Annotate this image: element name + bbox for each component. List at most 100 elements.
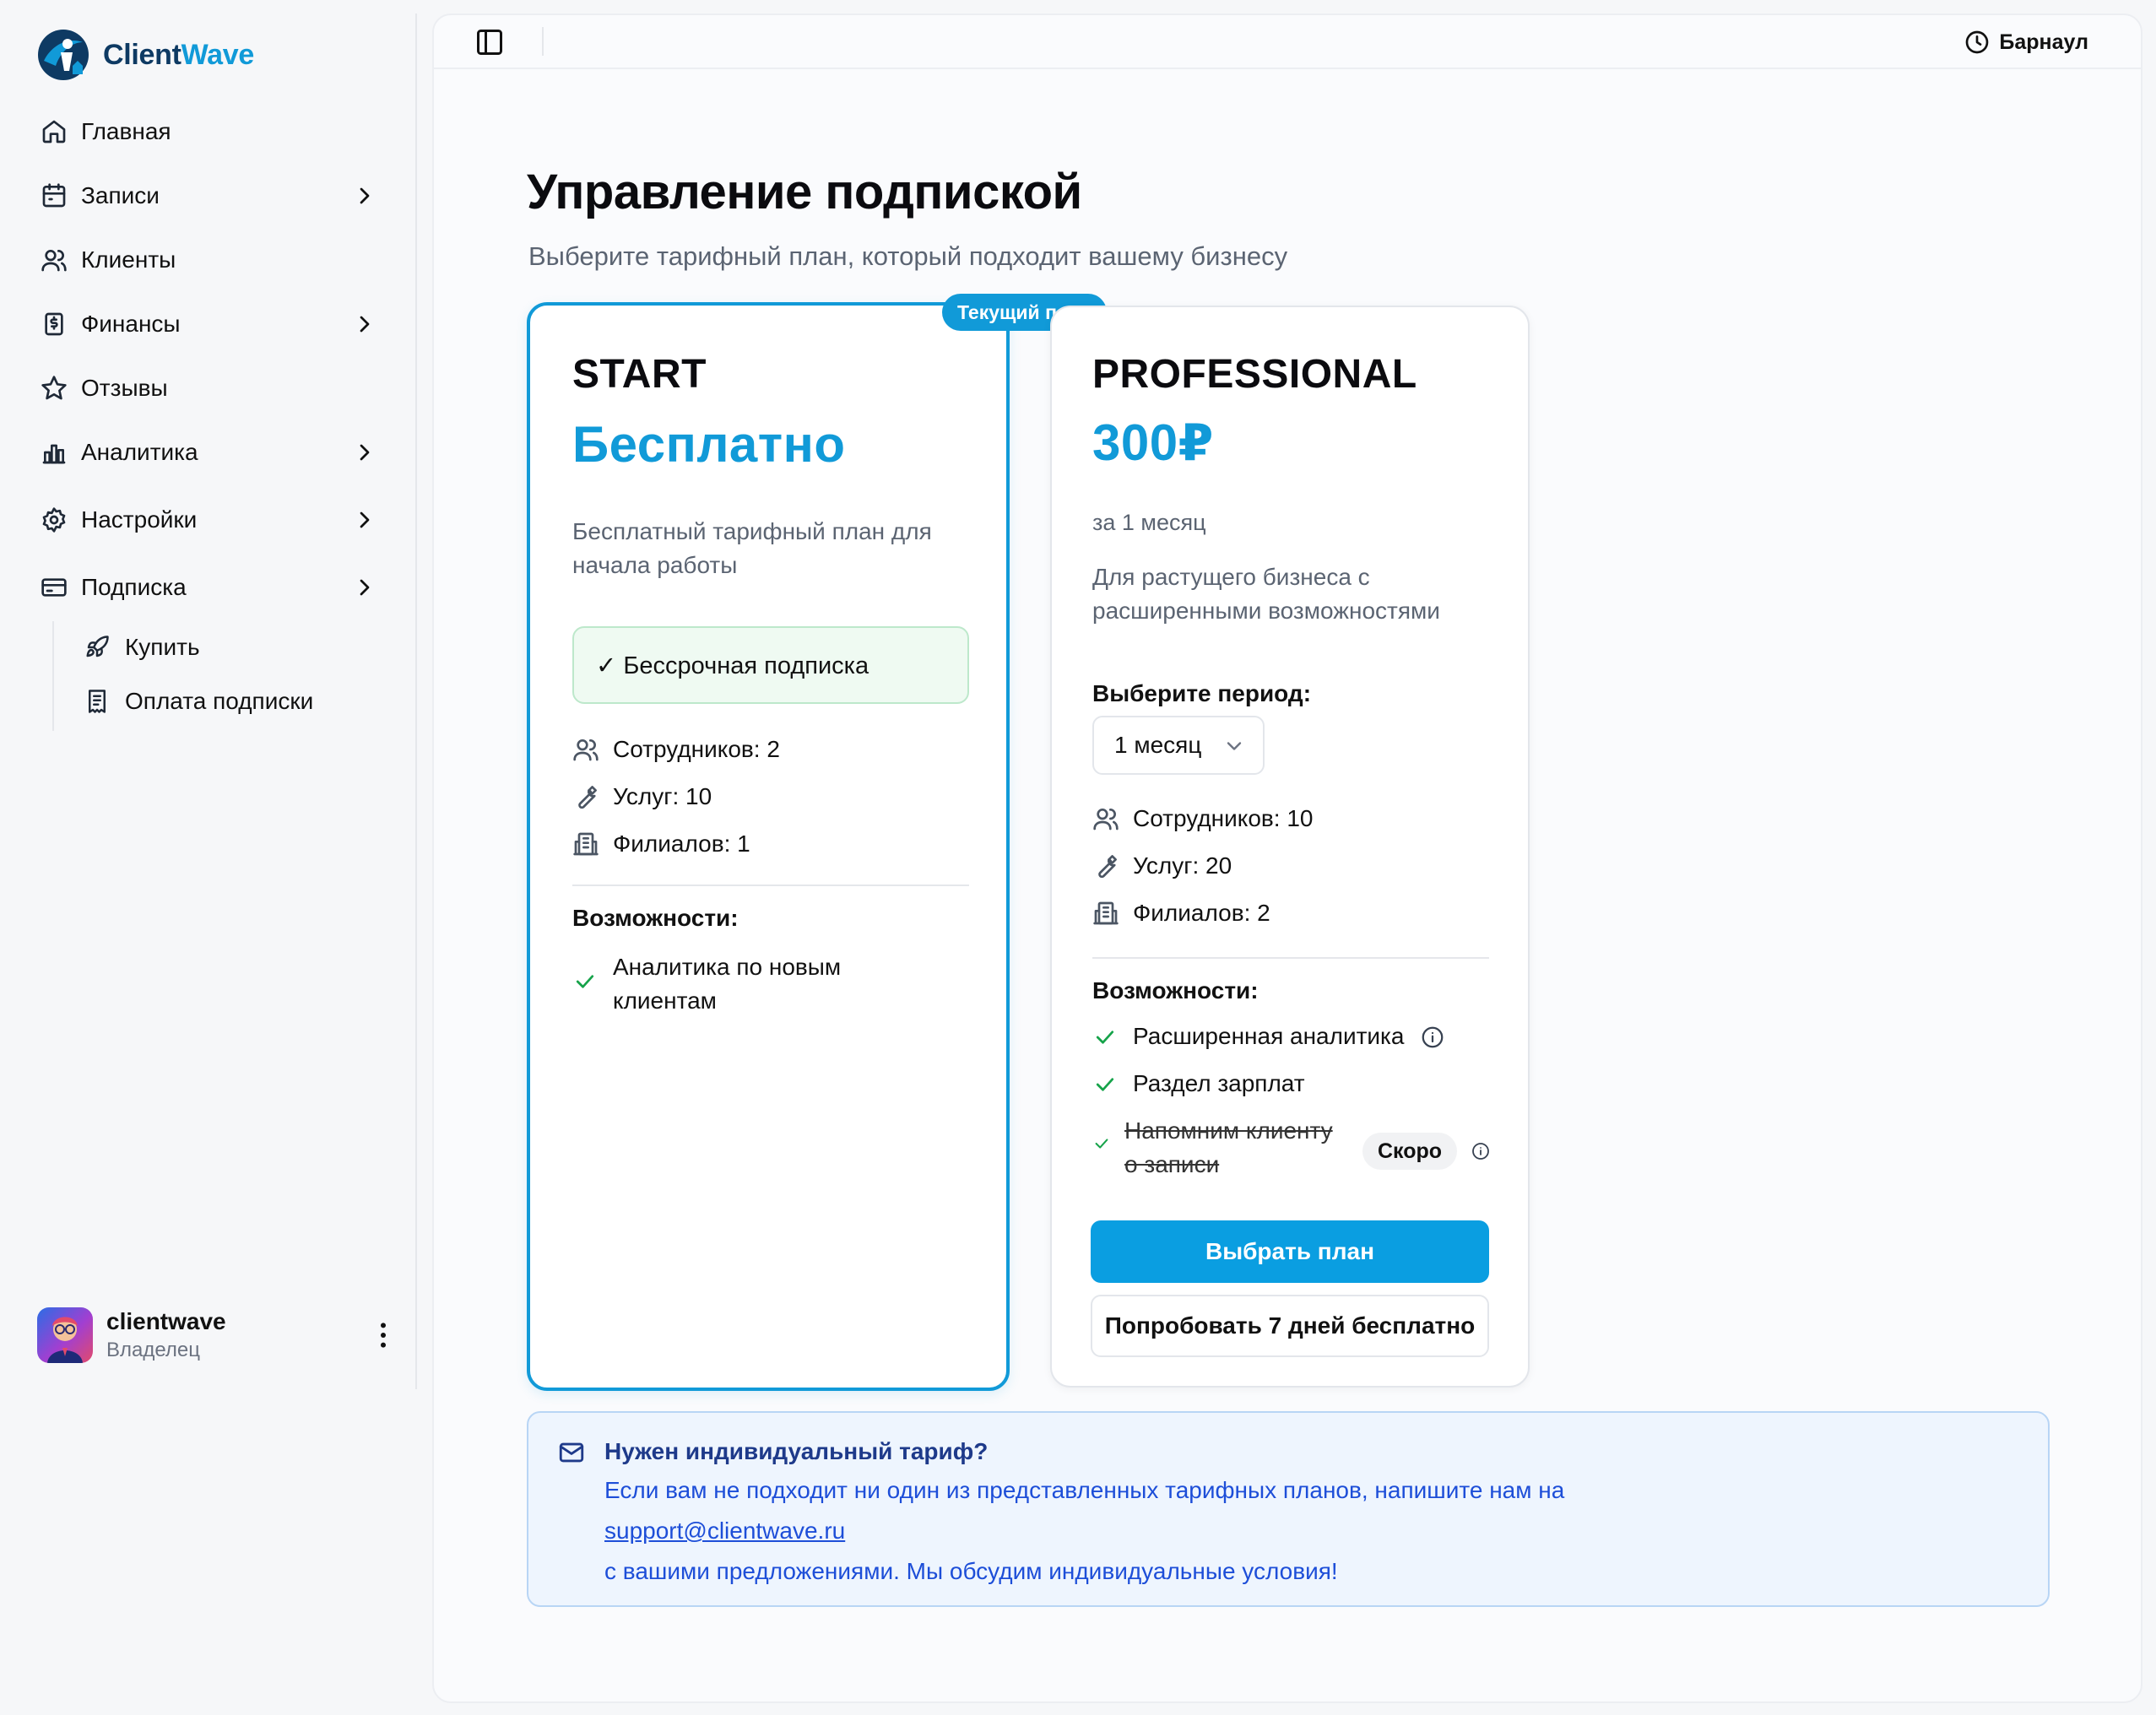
logo-icon — [38, 30, 89, 80]
sidebar: ClientWave Главная Записи Клиенты Финанс… — [0, 0, 415, 1715]
staff-limit: Сотрудников: 2 — [572, 733, 780, 766]
calendar-icon — [42, 183, 66, 208]
more-vertical-icon[interactable] — [366, 1318, 400, 1352]
plan-name: PROFESSIONAL — [1092, 352, 1417, 397]
main-panel: Барнаул Управление подпиской Выберите та… — [432, 14, 2142, 1703]
info-icon[interactable] — [1420, 1025, 1445, 1050]
divider — [1092, 957, 1489, 959]
custom-plan-notice: Нужен индивидуальный тариф? Если вам не … — [527, 1411, 2050, 1607]
page-title: Управление подпиской — [527, 165, 1082, 219]
notice-text: с вашими предложениями. Мы обсудим индив… — [604, 1558, 1338, 1584]
feature-label-line: клиентам — [613, 987, 717, 1014]
brand-name: ClientWave — [103, 38, 255, 71]
plan-description: Для растущего бизнеса с расширенными воз… — [1092, 560, 1498, 628]
services-limit: Услуг: 10 — [572, 780, 712, 814]
sidebar-item-label: Записи — [81, 182, 160, 208]
sidebar-divider — [415, 14, 417, 1389]
check-icon — [576, 975, 594, 988]
chevron-right-icon — [360, 316, 370, 333]
check-icon — [1095, 1139, 1108, 1149]
gear-icon — [42, 507, 66, 533]
trial-button[interactable]: Попробовать 7 дней бесплатно — [1091, 1295, 1489, 1357]
branches-limit: Филиалов: 1 — [572, 827, 750, 861]
sidebar-subitem-payment[interactable]: Оплата подписки — [73, 677, 393, 726]
user-profile[interactable]: clientwave Владелец — [37, 1300, 400, 1371]
choose-plan-button[interactable]: Выбрать план — [1091, 1220, 1489, 1283]
avatar — [37, 1307, 93, 1363]
sidebar-subitem-label: Оплата подписки — [125, 688, 314, 714]
home-icon — [42, 120, 66, 143]
period-select-value: 1 месяц — [1114, 732, 1202, 758]
soon-badge: Скоро — [1362, 1133, 1458, 1170]
services-limit-label: Услуг: 20 — [1133, 852, 1232, 879]
building-icon — [1093, 901, 1119, 925]
plan-price: Бесплатно — [572, 416, 846, 473]
sidebar-item-label: Главная — [81, 118, 171, 144]
plan-description-line: Для растущего бизнеса с — [1092, 564, 1370, 590]
plan-card-start: Текущий план START Бесплатно Бесплатный … — [527, 294, 1108, 1391]
chevron-right-icon — [360, 579, 370, 596]
page-subtitle: Выберите тарифный план, который подходит… — [528, 241, 1288, 271]
chevron-right-icon — [360, 444, 370, 461]
services-limit-label: Услуг: 10 — [613, 783, 712, 809]
plan-price: 300₽ — [1092, 414, 1214, 471]
feature-item-coming-soon: Напомним клиенту о записи — [1092, 1114, 1333, 1182]
sidebar-item-label: Подписка — [81, 574, 187, 600]
feature-label-line: о записи — [1124, 1151, 1220, 1177]
plan-period: за 1 месяц — [1092, 510, 1206, 535]
check-icon — [1096, 1031, 1114, 1044]
users-icon — [1093, 809, 1119, 830]
city-label: Барнаул — [1999, 30, 2088, 54]
sidebar-item-clients[interactable]: Клиенты — [29, 231, 392, 289]
plan-description-line: Бесплатный тарифный план для — [572, 518, 932, 544]
sidebar-subitem-buy[interactable]: Купить — [73, 623, 393, 672]
user-name: clientwave — [106, 1308, 226, 1334]
period-select[interactable]: 1 месяц — [1092, 716, 1265, 775]
plan-card-professional: PROFESSIONAL 300₽ за 1 месяц Для растуще… — [1050, 306, 1530, 1388]
sidebar-item-label: Клиенты — [81, 246, 176, 273]
star-icon — [41, 376, 67, 400]
branches-limit-label: Филиалов: 2 — [1133, 900, 1270, 926]
sidebar-item-settings[interactable]: Настройки — [29, 491, 392, 549]
money-icon — [45, 312, 63, 336]
notice-title: Нужен индивидуальный тариф? — [604, 1438, 989, 1464]
logo[interactable]: ClientWave — [35, 25, 254, 84]
info-icon[interactable] — [1471, 1141, 1491, 1161]
avatar-illustration — [47, 1317, 83, 1363]
services-limit: Услуг: 20 — [1092, 849, 1232, 883]
topbar: Барнаул — [434, 15, 2141, 69]
user-role: Владелец — [106, 1339, 201, 1361]
sidebar-item-home[interactable]: Главная — [29, 103, 392, 160]
sidebar-item-finance[interactable]: Финансы — [29, 295, 392, 353]
feature-item: Аналитика по новым клиентам — [572, 950, 841, 1018]
mail-icon — [559, 1442, 584, 1463]
chevron-right-icon — [360, 187, 370, 204]
plan-description-line: расширенными возможностями — [1092, 598, 1440, 624]
staff-limit: Сотрудников: 10 — [1092, 802, 1314, 836]
users-icon — [41, 250, 67, 272]
sidebar-item-subscription[interactable]: Подписка — [29, 559, 392, 616]
receipt-icon — [89, 690, 106, 713]
sidebar-item-analytics[interactable]: Аналитика — [29, 424, 392, 481]
plan-description-line: начала работы — [572, 552, 738, 578]
topbar-separator — [542, 27, 544, 56]
card-icon — [41, 578, 67, 597]
sidebar-item-reviews[interactable]: Отзывы — [29, 360, 392, 417]
sidebar-item-label: Отзывы — [81, 375, 168, 401]
period-label: Выберите период: — [1092, 680, 1312, 706]
sidebar-item-label: Настройки — [81, 506, 198, 533]
building-icon — [573, 832, 599, 856]
sidebar-toggle-icon[interactable] — [474, 27, 505, 57]
feature-label-line: Напомним клиенту — [1124, 1117, 1333, 1144]
submenu-line — [52, 621, 54, 731]
city-selector[interactable]: Барнаул — [1964, 27, 2088, 57]
wrench-icon — [1098, 855, 1117, 879]
feature-item: Раздел зарплат — [1092, 1067, 1305, 1101]
chevron-down-icon — [1227, 742, 1242, 750]
staff-limit-label: Сотрудников: 2 — [613, 736, 780, 762]
users-icon — [573, 739, 599, 761]
features-title: Возможности: — [1092, 977, 1259, 1004]
feature-label: Расширенная аналитика — [1133, 1023, 1405, 1049]
support-email-link[interactable]: support@clientwave.ru — [604, 1518, 845, 1545]
sidebar-item-records[interactable]: Записи — [29, 167, 392, 225]
